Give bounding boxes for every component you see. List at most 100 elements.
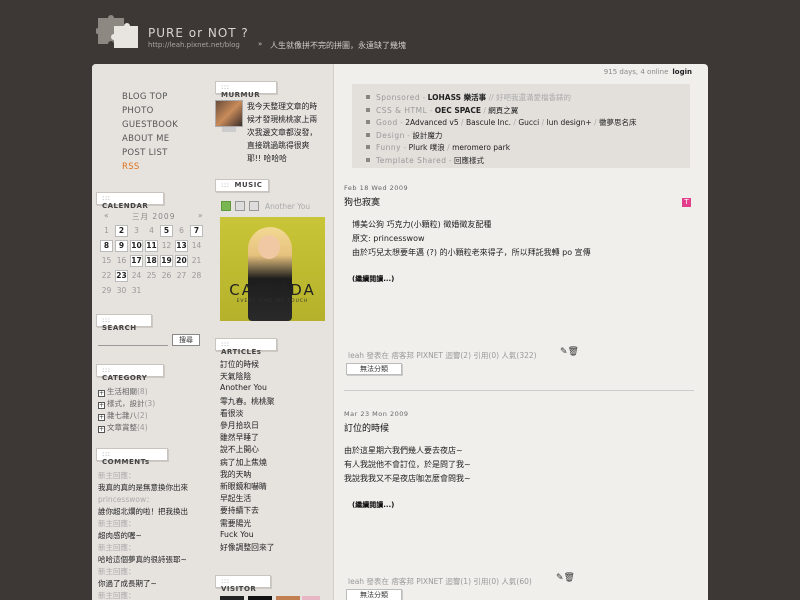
calendar-day: 3 [134, 226, 139, 235]
calendar-prev-icon[interactable]: « [104, 211, 109, 220]
category-item[interactable]: + 樣式，設計(3) [98, 398, 155, 409]
link-item[interactable]: 設計魔力 [412, 131, 442, 140]
article-link[interactable]: 看很淡 [220, 408, 243, 419]
article-link[interactable]: 要持續下去 [220, 505, 259, 516]
article-link[interactable]: Fuck You [220, 530, 254, 539]
article-link[interactable]: 我的天呐 [220, 469, 251, 480]
post-text: 博美公狗 巧克力(小顆粒) 徵婚徵友配種 [352, 220, 492, 229]
article-link[interactable]: 早起生活 [220, 493, 251, 504]
article-link[interactable]: 訂位的時候 [220, 359, 259, 370]
link-item[interactable]: meromero park [452, 143, 510, 152]
calendar-day[interactable]: 17 [130, 255, 143, 267]
category-label[interactable]: 樣式，設計 [107, 399, 145, 408]
page-container: BLOG TOP PHOTO GUESTBOOK ABOUT ME POST L… [92, 64, 708, 600]
calendar-day[interactable]: 18 [145, 255, 158, 267]
comment-text[interactable]: 你過了成長期了~ [98, 578, 157, 589]
site-title[interactable]: PURE or NOT ? [148, 26, 249, 40]
expand-icon[interactable]: + [98, 402, 105, 409]
edit-icon[interactable]: ✎ [556, 573, 564, 583]
trash-icon[interactable]: 🗑 [568, 347, 579, 357]
comment-author: 新主回應： [98, 543, 136, 552]
link-item[interactable]: 回應樣式 [454, 156, 484, 165]
article-link[interactable]: 好像調整回來了 [220, 542, 275, 553]
category-item[interactable]: + 生活相關(8) [98, 386, 148, 397]
nav-post-list[interactable]: POST LIST [122, 148, 168, 158]
comment-text[interactable]: 我真的真的是無意換你出來 [98, 482, 188, 493]
link-item[interactable]: Gucci [518, 118, 539, 127]
visitor-thumb[interactable] [220, 596, 244, 600]
nav-photo[interactable]: PHOTO [122, 106, 154, 116]
nav-guestbook[interactable]: GUESTBOOK [122, 120, 178, 130]
calendar-day[interactable]: 5 [160, 225, 173, 237]
calendar-day[interactable]: 10 [130, 240, 143, 252]
category-item[interactable]: + 文章賞整(4) [98, 422, 148, 433]
calendar-day: 21 [191, 256, 202, 265]
calendar-day[interactable]: 8 [100, 240, 113, 252]
search-input[interactable] [98, 336, 168, 346]
article-link[interactable]: 說不上開心 [220, 444, 259, 455]
calendar-day[interactable]: 11 [145, 240, 158, 252]
article-link[interactable]: 天氣陰陰 [220, 371, 251, 382]
link-item[interactable]: OEC SPACE [435, 106, 481, 115]
expand-icon[interactable]: + [98, 390, 105, 397]
category-header: ::: CATEGORY [96, 364, 164, 382]
category-label[interactable]: 雜七雜八 [107, 411, 137, 420]
comments-title: COMMENTs [102, 458, 150, 466]
link-item[interactable]: Plurk 噗浪 [409, 143, 445, 152]
play-icon[interactable] [221, 201, 231, 211]
calendar-day[interactable]: 7 [190, 225, 203, 237]
login-link[interactable]: login [672, 68, 692, 76]
read-more-link[interactable]: (繼續閱讀...) [352, 500, 394, 510]
link-item[interactable]: Bascule Inc. [466, 118, 511, 127]
trash-icon[interactable]: 🗑 [564, 573, 575, 583]
link-item[interactable]: LOHASS 樂活事 [428, 93, 487, 102]
comment-text[interactable]: 誰你超北爛的啦！把我換出 [98, 506, 188, 517]
link-item[interactable]: 黴夢思名床 [599, 118, 637, 127]
article-link[interactable]: 雖然早睡了 [220, 432, 259, 443]
category-label[interactable]: 生活相關 [107, 387, 137, 396]
post-category-tag[interactable]: 無法分類 [346, 589, 402, 600]
calendar-next-icon[interactable]: » [198, 211, 203, 220]
link-item[interactable]: 2Advanced v5 [405, 118, 458, 127]
nav-rss[interactable]: RSS [122, 162, 140, 172]
search-button[interactable]: 搜尋 [172, 334, 200, 346]
expand-icon[interactable]: + [98, 414, 105, 421]
nav-blog-top[interactable]: BLOG TOP [122, 92, 168, 102]
header: PURE or NOT ? http://leah.pixnet.net/blo… [0, 0, 800, 64]
stop-icon[interactable] [249, 201, 259, 211]
category-label[interactable]: 文章賞整 [107, 423, 137, 432]
edit-icon[interactable]: ✎ [560, 347, 568, 357]
visitor-thumb[interactable] [276, 596, 300, 600]
calendar-day[interactable]: 2 [115, 225, 128, 237]
link-sep: - [446, 156, 454, 165]
calendar-day[interactable]: 19 [160, 255, 173, 267]
edit-delete-icons[interactable]: ✎🗑 [556, 573, 575, 583]
article-link[interactable]: 零九春。桃桃聚 [220, 396, 275, 407]
visitor-thumb[interactable] [248, 596, 272, 600]
expand-icon[interactable]: + [98, 426, 105, 433]
article-link[interactable]: 新眼鏡和嚇睛 [220, 481, 267, 492]
comment-text[interactable]: 超肉感的喔~ [98, 530, 142, 541]
edit-delete-icons[interactable]: ✎🗑 [560, 347, 579, 357]
comment-text[interactable]: 哈哈這個夢真的很詩張耶~ [98, 554, 187, 565]
calendar-day[interactable]: 9 [115, 240, 128, 252]
calendar-day[interactable]: 23 [115, 270, 128, 282]
calendar-day[interactable]: 20 [175, 255, 188, 267]
read-more-link[interactable]: (繼續閱讀...) [352, 274, 394, 284]
nav-about-me[interactable]: ABOUT ME [122, 134, 169, 144]
article-link[interactable]: Another You [220, 383, 267, 392]
calendar-day[interactable]: 13 [175, 240, 188, 252]
post-category-tag[interactable]: 無法分類 [346, 363, 402, 375]
link-item[interactable]: 網頁之翼 [488, 106, 518, 115]
visitor-thumb[interactable] [302, 596, 320, 600]
pin-icon[interactable]: T [682, 198, 691, 207]
category-item[interactable]: + 雜七雜八(2) [98, 410, 148, 421]
post-title[interactable]: 訂位的時候 [344, 421, 389, 434]
post-title[interactable]: 狗也寂寞 [344, 195, 380, 208]
article-link[interactable]: 需要陽光 [220, 518, 251, 529]
avatar[interactable] [215, 100, 243, 127]
link-item[interactable]: lun design+ [547, 118, 592, 127]
article-link[interactable]: 病了加上焦燒 [220, 457, 267, 468]
article-link[interactable]: 參月拾玖日 [220, 420, 259, 431]
pause-icon[interactable] [235, 201, 245, 211]
